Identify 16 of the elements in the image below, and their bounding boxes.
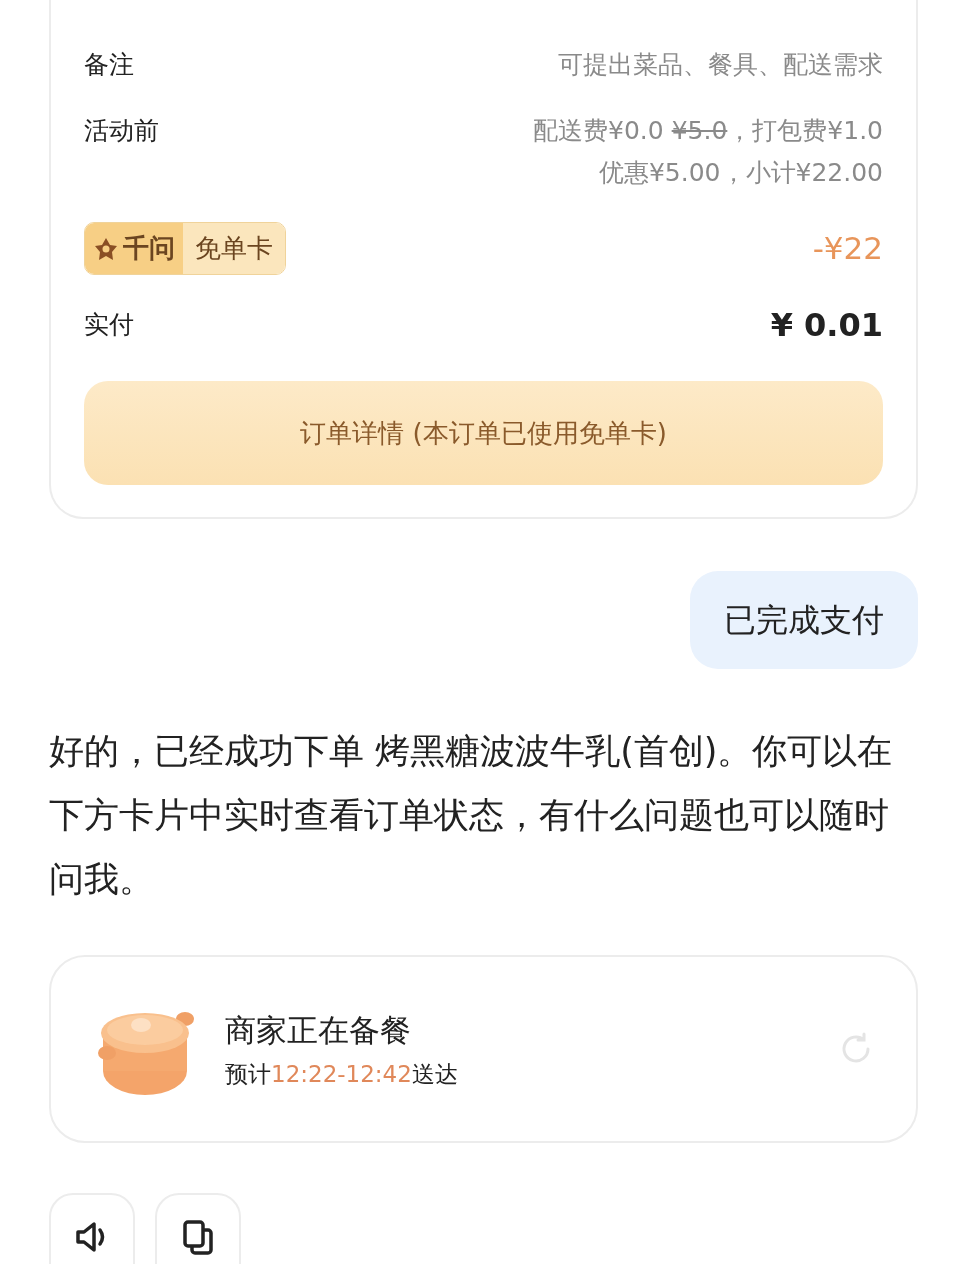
fee-text: 优惠¥5.00，小计¥22.00 bbox=[598, 157, 883, 189]
row-value: 可提出菜品、餐具、配送需求 bbox=[558, 49, 883, 81]
status-title: 商家正在备餐 bbox=[225, 1010, 412, 1050]
assistant-message: 好的，已经成功下单 烤黑糖波波牛乳(首创)。你可以在下方卡片中实时查看订单状态，有什么问题也可以随时问我。 bbox=[49, 730, 894, 901]
paid-amount: ¥ 0.01 bbox=[770, 305, 883, 346]
copy-button[interactable] bbox=[155, 1193, 241, 1264]
voucher-tag: 千问 免单卡 bbox=[84, 222, 286, 275]
row-label: 活动前 bbox=[84, 115, 159, 147]
delivery-estimate: 预计12:22-12:42送达 bbox=[225, 1060, 459, 1089]
fee-text: 配送费¥0.0 ¥5.0，打包费¥1.0 bbox=[533, 115, 883, 147]
row-label: 实付 bbox=[84, 309, 134, 342]
discount-amount: -¥22 bbox=[812, 229, 883, 269]
order-details-button[interactable]: 订单详情 (本订单已使用免单卡) bbox=[84, 381, 883, 485]
row-label: 备注 bbox=[84, 49, 134, 82]
speaker-button[interactable] bbox=[49, 1193, 135, 1264]
user-message: 已完成支付 bbox=[690, 571, 918, 669]
